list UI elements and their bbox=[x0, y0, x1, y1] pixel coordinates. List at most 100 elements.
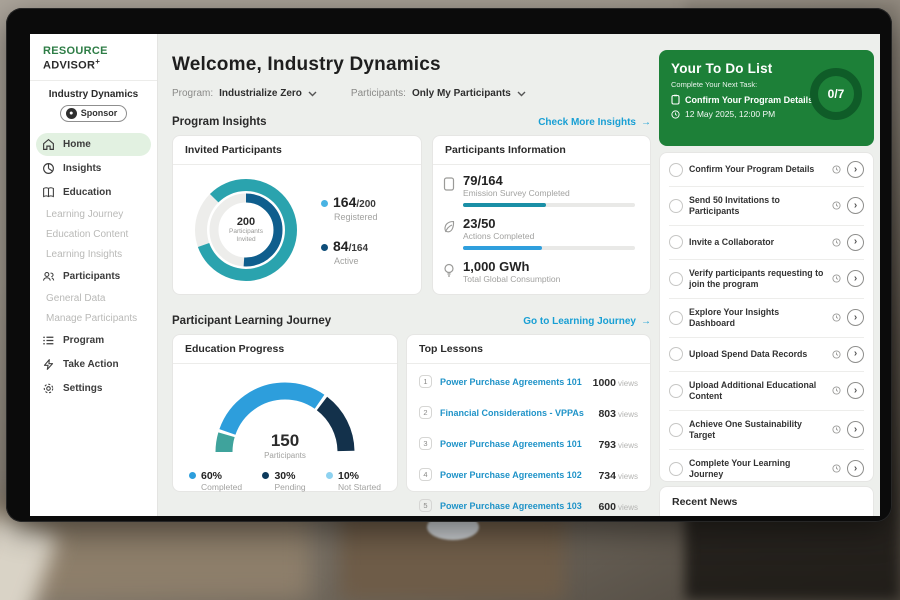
todo-progress-ring: 0/7 bbox=[810, 68, 862, 120]
program-filter-label: Program: bbox=[172, 88, 213, 99]
lesson-views-unit: views bbox=[618, 410, 638, 419]
lesson-rank: 5 bbox=[419, 499, 432, 512]
recent-news-card: Recent News bbox=[659, 486, 874, 516]
task-row-confirm-program[interactable]: Confirm Your Program Details › bbox=[669, 153, 864, 186]
task-checkbox[interactable] bbox=[669, 272, 683, 286]
sidebar-item-manage-participants[interactable]: Manage Participants bbox=[36, 309, 151, 328]
lesson-link[interactable]: Power Purchase Agreements 101 bbox=[440, 439, 590, 449]
participants-icon bbox=[42, 270, 55, 283]
task-checkbox[interactable] bbox=[669, 462, 683, 476]
app-logo: RESOURCE ADVISOR+ bbox=[30, 34, 157, 81]
sidebar-item-education-content[interactable]: Education Content bbox=[36, 225, 151, 244]
check-more-insights-link[interactable]: Check More Insights → bbox=[538, 117, 651, 128]
participants-filter[interactable]: Participants: Only My Participants bbox=[351, 88, 526, 99]
clock-icon bbox=[832, 350, 841, 359]
sidebar-item-settings[interactable]: Settings bbox=[36, 377, 151, 400]
lesson-link[interactable]: Power Purchase Agreements 102 bbox=[440, 470, 590, 480]
todo-next-task-label: Confirm Your Program Details bbox=[685, 95, 813, 105]
task-go-button[interactable]: › bbox=[847, 234, 864, 251]
sidebar-item-learning-insights[interactable]: Learning Insights bbox=[36, 245, 151, 264]
sidebar-item-participants[interactable]: Participants bbox=[36, 265, 151, 288]
emission-progress-bar bbox=[463, 203, 635, 207]
task-row-invite-collaborator[interactable]: Invite a Collaborator › bbox=[669, 225, 864, 259]
legend-completed: 60% Completed bbox=[189, 470, 242, 492]
lesson-views-unit: views bbox=[618, 441, 638, 450]
task-row-upload-educational-content[interactable]: Upload Additional Educational Content › bbox=[669, 371, 864, 410]
org-name: Industry Dynamics bbox=[30, 89, 157, 100]
top-lessons-card: Top Lessons 1 Power Purchase Agreements … bbox=[406, 334, 651, 492]
sidebar-item-program[interactable]: Program bbox=[36, 329, 151, 352]
active-value: 84 bbox=[333, 238, 349, 254]
logo-advisor: ADVISOR bbox=[43, 60, 95, 72]
task-go-button[interactable]: › bbox=[847, 460, 864, 477]
task-go-button[interactable]: › bbox=[847, 197, 864, 214]
lesson-views: 734 bbox=[598, 470, 616, 482]
recent-news-title: Recent News bbox=[672, 496, 861, 516]
metric-actions: 23/50 Actions Completed bbox=[443, 216, 638, 250]
dashboard-screen: RESOURCE ADVISOR+ Industry Dynamics ● Sp… bbox=[30, 34, 880, 516]
sidebar-item-general-data[interactable]: General Data bbox=[36, 289, 151, 308]
task-row-verify-participants[interactable]: Verify participants requesting to join t… bbox=[669, 259, 864, 298]
active-label: Active bbox=[334, 256, 378, 266]
lesson-link[interactable]: Financial Considerations - VPPAs bbox=[440, 408, 590, 418]
pending-label: Pending bbox=[274, 482, 305, 492]
info-body: 79/164 Emission Survey Completed 23/50 A… bbox=[433, 165, 650, 299]
lesson-row: 5 Power Purchase Agreements 103 600views bbox=[419, 490, 638, 516]
task-row-explore-insights[interactable]: Explore Your Insights Dashboard › bbox=[669, 298, 864, 337]
task-go-button[interactable]: › bbox=[847, 421, 864, 438]
task-checkbox[interactable] bbox=[669, 163, 683, 177]
monitor-bezel: RESOURCE ADVISOR+ Industry Dynamics ● Sp… bbox=[6, 8, 892, 522]
sidebar-item-learning-journey[interactable]: Learning Journey bbox=[36, 205, 151, 224]
todo-header-card: Your To Do List Complete Your Next Task:… bbox=[659, 50, 874, 146]
task-label: Send 50 Invitations to Participants bbox=[689, 195, 826, 217]
task-go-button[interactable]: › bbox=[847, 270, 864, 287]
lesson-rank: 4 bbox=[419, 468, 432, 481]
lesson-views: 1000 bbox=[593, 377, 616, 389]
task-go-button[interactable]: › bbox=[847, 382, 864, 399]
clock-icon bbox=[832, 425, 841, 434]
sidebar-item-label: Settings bbox=[63, 383, 102, 394]
sidebar-item-home[interactable]: Home bbox=[36, 133, 151, 156]
sponsor-icon: ● bbox=[66, 108, 77, 119]
registered-value: 164 bbox=[333, 194, 356, 210]
sidebar-item-take-action[interactable]: Take Action bbox=[36, 353, 151, 376]
sidebar-nav: Home Insights Education Learning Journey… bbox=[30, 130, 157, 403]
sidebar-item-insights[interactable]: Insights bbox=[36, 157, 151, 180]
task-go-button[interactable]: › bbox=[847, 346, 864, 363]
metric-label: Total Global Consumption bbox=[463, 274, 560, 284]
task-row-upload-spend-data[interactable]: Upload Spend Data Records › bbox=[669, 337, 864, 371]
task-go-button[interactable]: › bbox=[847, 309, 864, 326]
lesson-rank: 1 bbox=[419, 375, 432, 388]
lesson-link[interactable]: Power Purchase Agreements 101 bbox=[440, 377, 585, 387]
task-row-achieve-target[interactable]: Achieve One Sustainability Target › bbox=[669, 410, 864, 449]
task-checkbox[interactable] bbox=[669, 235, 683, 249]
lesson-row: 3 Power Purchase Agreements 101 793views bbox=[419, 428, 638, 459]
task-checkbox[interactable] bbox=[669, 423, 683, 437]
task-checkbox[interactable] bbox=[669, 311, 683, 325]
lesson-link[interactable]: Power Purchase Agreements 103 bbox=[440, 501, 590, 511]
todo-task-list: Confirm Your Program Details › Send 50 I… bbox=[659, 152, 874, 482]
task-checkbox[interactable] bbox=[669, 347, 683, 361]
filters-row: Program: Industrialize Zero Participants… bbox=[172, 88, 526, 99]
task-label: Verify participants requesting to join t… bbox=[689, 268, 826, 290]
sidebar-item-label: Education bbox=[63, 187, 111, 198]
clock-icon bbox=[671, 110, 680, 119]
participants-information-card: Participants Information 79/164 Emission… bbox=[432, 135, 651, 295]
go-to-learning-journey-link[interactable]: Go to Learning Journey → bbox=[523, 316, 651, 327]
task-row-send-invitations[interactable]: Send 50 Invitations to Participants › bbox=[669, 186, 864, 225]
sidebar-item-education[interactable]: Education bbox=[36, 181, 151, 204]
gauge-center-value: 150 bbox=[210, 431, 360, 451]
task-checkbox[interactable] bbox=[669, 384, 683, 398]
program-filter[interactable]: Program: Industrialize Zero bbox=[172, 88, 317, 99]
completed-label: Completed bbox=[201, 482, 242, 492]
task-label: Explore Your Insights Dashboard bbox=[689, 307, 826, 329]
task-row-complete-learning-journey[interactable]: Complete Your Learning Journey › bbox=[669, 449, 864, 488]
insights-icon bbox=[42, 162, 55, 175]
lesson-row: 4 Power Purchase Agreements 102 734views bbox=[419, 459, 638, 490]
lesson-rank: 3 bbox=[419, 437, 432, 450]
sidebar-item-label: Home bbox=[63, 139, 91, 150]
active-dot-icon bbox=[321, 244, 328, 251]
task-go-button[interactable]: › bbox=[847, 161, 864, 178]
task-checkbox[interactable] bbox=[669, 199, 683, 213]
gauge-center-caption: Participants bbox=[210, 451, 360, 460]
